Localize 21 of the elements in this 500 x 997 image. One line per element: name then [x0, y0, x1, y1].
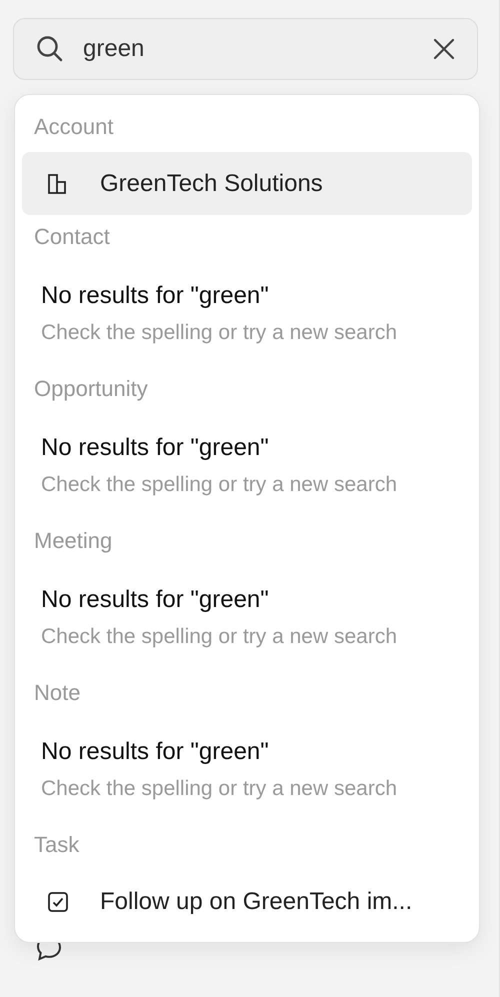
no-results-message: No results for "green"	[41, 433, 270, 463]
no-results-hint: Check the spelling or try a new search	[41, 472, 398, 498]
no-results-message: No results for "green"	[41, 585, 270, 615]
clear-button[interactable]	[432, 37, 456, 61]
result-item[interactable]: Follow up on GreenTech im...	[22, 870, 472, 933]
no-results-hint: Check the spelling or try a new search	[41, 776, 398, 802]
section-heading: Opportunity	[33, 375, 149, 403]
section-heading: Meeting	[33, 527, 114, 555]
no-results-hint: Check the spelling or try a new search	[41, 320, 398, 346]
result-item[interactable]: GreenTech Solutions	[22, 152, 472, 215]
section-heading: Contact	[33, 223, 111, 251]
section-heading: Account	[33, 113, 114, 141]
section-heading: Note	[33, 679, 82, 707]
search-field[interactable]: green	[13, 18, 478, 80]
section-heading: Task	[33, 831, 80, 859]
search-icon	[35, 34, 65, 64]
building-icon	[47, 172, 69, 194]
checkbox-icon	[47, 890, 69, 912]
no-results-message: No results for "green"	[41, 281, 270, 311]
no-results-message: No results for "green"	[41, 737, 270, 767]
no-results-hint: Check the spelling or try a new search	[41, 624, 398, 650]
